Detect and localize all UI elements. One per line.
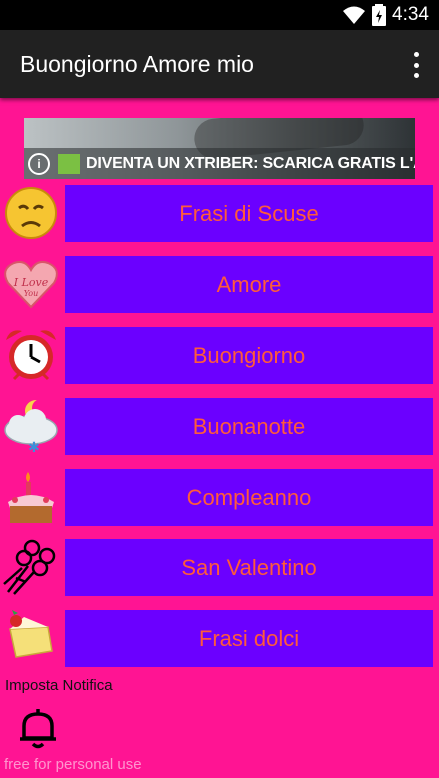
- app-bar: Buongiorno Amore mio: [0, 30, 439, 98]
- category-row: Frasi di Scuse: [0, 184, 439, 246]
- category-button-san-valentino[interactable]: San Valentino: [65, 539, 433, 596]
- overflow-menu-icon[interactable]: [411, 52, 421, 78]
- category-button-amore[interactable]: Amore: [65, 256, 433, 313]
- app-title: Buongiorno Amore mio: [20, 51, 254, 77]
- info-icon[interactable]: i: [28, 153, 50, 175]
- banner-ad[interactable]: i DIVENTA UN XTRIBER: SCARICA GRATIS L'A…: [24, 118, 415, 179]
- category-row: Buongiorno: [0, 326, 439, 388]
- category-row: Frasi dolci: [0, 609, 439, 671]
- watermark-text: free for personal use: [4, 756, 142, 773]
- battery-icon: [372, 4, 387, 26]
- alarm-clock-icon: [2, 326, 60, 384]
- category-button-frasi-di-scuse[interactable]: Frasi di Scuse: [65, 185, 433, 242]
- wifi-icon: [342, 5, 366, 25]
- category-row: I Love You Amore: [0, 255, 439, 317]
- bell-icon[interactable]: [15, 704, 61, 750]
- category-button-buonanotte[interactable]: Buonanotte: [65, 398, 433, 455]
- svg-text:You: You: [24, 289, 39, 298]
- category-row: ✱ Buonanotte: [0, 397, 439, 459]
- category-button-buongiorno[interactable]: Buongiorno: [65, 327, 433, 384]
- notification-label: Imposta Notifica: [5, 677, 113, 694]
- category-button-compleanno[interactable]: Compleanno: [65, 469, 433, 526]
- banner-text: DIVENTA UN XTRIBER: SCARICA GRATIS L'APP…: [86, 155, 415, 172]
- category-row: Compleanno: [0, 468, 439, 530]
- category-row: San Valentino: [0, 538, 439, 600]
- status-time: 4:34: [392, 4, 429, 25]
- svg-text:I Love: I Love: [13, 276, 49, 289]
- flower-bouquet-icon: [2, 538, 60, 596]
- svg-text:✱: ✱: [28, 439, 40, 455]
- sad-face-icon: [2, 184, 60, 242]
- sweet-cake-icon: [2, 609, 60, 667]
- xtriber-logo-icon: [58, 154, 80, 174]
- i-love-you-heart-icon: I Love You: [2, 255, 60, 313]
- category-button-frasi-dolci[interactable]: Frasi dolci: [65, 610, 433, 667]
- birthday-cake-icon: [2, 468, 60, 526]
- status-bar: 4:34: [0, 0, 439, 30]
- moon-cloud-icon: ✱: [2, 397, 60, 455]
